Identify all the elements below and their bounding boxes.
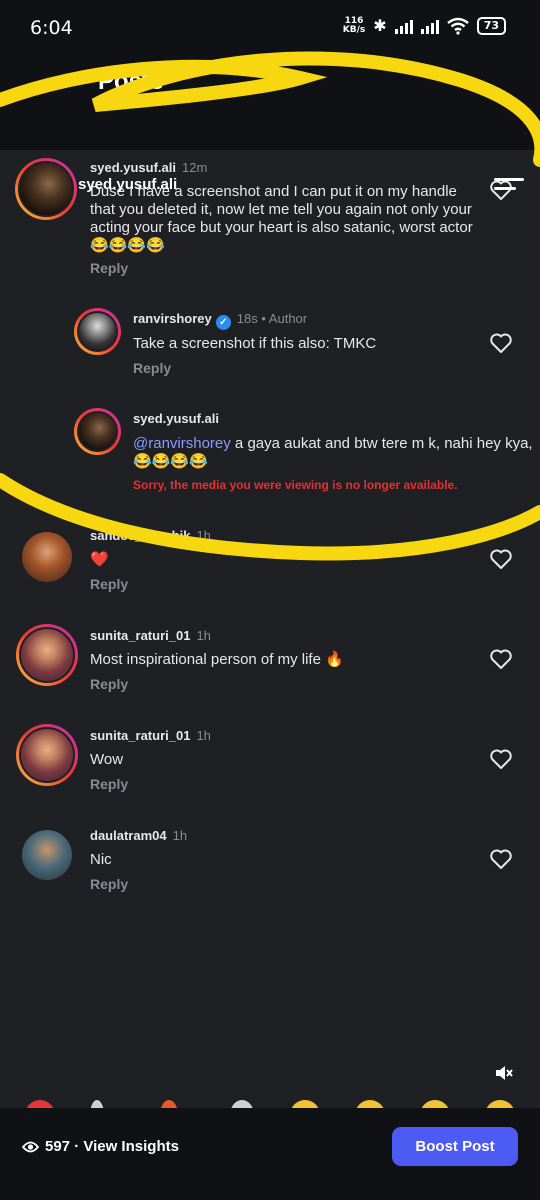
avatar[interactable] <box>74 308 121 355</box>
bluetooth-icon: ✱ <box>373 18 387 35</box>
comment-username[interactable]: sahdev_kaushik 1h <box>90 528 211 543</box>
view-insights-link[interactable]: 597 · View Insights <box>22 1138 179 1155</box>
heart-icon[interactable] <box>489 548 513 570</box>
author-label: • Author <box>261 311 308 326</box>
heart-icon[interactable] <box>489 332 513 354</box>
avatar[interactable] <box>16 724 78 786</box>
avatar-image <box>77 411 118 452</box>
mute-icon[interactable] <box>494 1064 514 1082</box>
heart-icon[interactable] <box>489 848 513 870</box>
comment-username[interactable]: daulatram04 1h <box>90 828 187 843</box>
page-title: Posts <box>98 68 164 95</box>
boost-post-button[interactable]: Boost Post <box>392 1127 518 1166</box>
avatar[interactable] <box>22 830 72 880</box>
back-arrow-icon[interactable]: ← <box>20 74 45 109</box>
comment-username[interactable]: sunita_raturi_01 1h <box>90 728 211 743</box>
avatar-image <box>19 727 75 783</box>
signal-icon <box>394 18 413 34</box>
status-bar: 6:04 116 KB/s ✱ 73 <box>0 0 540 56</box>
error-message: Sorry, the media you were viewing is no … <box>133 478 458 492</box>
reply-button[interactable]: Reply <box>90 776 128 792</box>
comment-item: sahdev_kaushik 1h ❤️ Reply <box>0 520 540 600</box>
comment-username[interactable]: syed.yusuf.ali <box>133 411 219 426</box>
comment-item: syed.yusuf.ali 12m Duse I have a screensh… <box>0 150 540 290</box>
reply-button[interactable]: Reply <box>133 360 171 376</box>
verified-badge-icon: ✓ <box>215 315 231 330</box>
reply-button[interactable]: Reply <box>90 676 128 692</box>
heart-icon[interactable] <box>489 748 513 770</box>
reply-comment-item: syed.yusuf.ali @ranvirshorey a gaya auka… <box>0 400 540 500</box>
reply-button[interactable]: Reply <box>90 876 128 892</box>
wifi-icon <box>446 17 469 35</box>
avatar-image <box>19 627 75 683</box>
avatar-image <box>77 311 118 352</box>
mention-link[interactable]: @ranvirshorey <box>133 435 231 452</box>
comment-text: Duse I have a screenshot and I can put i… <box>90 183 473 254</box>
overlay-username: syed.yusuf.ali <box>78 176 178 193</box>
avatar[interactable] <box>16 624 78 686</box>
comment-text: Most inspirational person of my life 🔥 <box>90 651 344 668</box>
comment-item: daulatram04 1h Nic Reply <box>0 820 540 900</box>
avatar[interactable] <box>15 158 77 220</box>
signal-icon-2 <box>420 18 439 34</box>
comment-text: @ranvirshorey a gaya aukat and btw tere … <box>133 435 533 470</box>
comment-text: Nic <box>90 851 112 868</box>
avatar[interactable] <box>22 532 72 582</box>
reply-button[interactable]: Reply <box>90 260 128 276</box>
reply-button[interactable]: Reply <box>90 576 128 592</box>
bottom-bar: 597 · View Insights Boost Post <box>0 1108 540 1200</box>
avatar-image <box>18 161 74 217</box>
comment-text: Wow <box>90 751 124 768</box>
status-icons: 116 KB/s ✱ 73 <box>343 16 506 36</box>
heart-icon[interactable] <box>489 648 513 670</box>
comment-text: Take a screenshot if this also: TMKC <box>133 335 377 352</box>
comment-item: sunita_raturi_01 1h Most inspirational pe… <box>0 620 540 700</box>
comment-text: ❤️ <box>90 551 109 568</box>
network-speed: 116 KB/s <box>342 16 366 35</box>
reply-comment-item: ranvirshorey ✓ 18s • Author Take a screens… <box>0 300 540 390</box>
eye-icon <box>22 1141 39 1152</box>
top-header: ← Posts <box>0 56 540 150</box>
comment-username[interactable]: syed.yusuf.ali 12m <box>90 160 207 175</box>
comment-username[interactable]: sunita_raturi_01 1h <box>90 628 211 643</box>
comment-username[interactable]: ranvirshorey ✓ 18s • Author <box>133 311 307 330</box>
battery-icon: 73 <box>476 17 506 35</box>
status-time: 6:04 <box>30 17 73 39</box>
menu-lines-icon[interactable] <box>494 178 524 196</box>
avatar[interactable] <box>74 408 121 455</box>
comment-item: sunita_raturi_01 1h Wow Reply <box>0 720 540 800</box>
